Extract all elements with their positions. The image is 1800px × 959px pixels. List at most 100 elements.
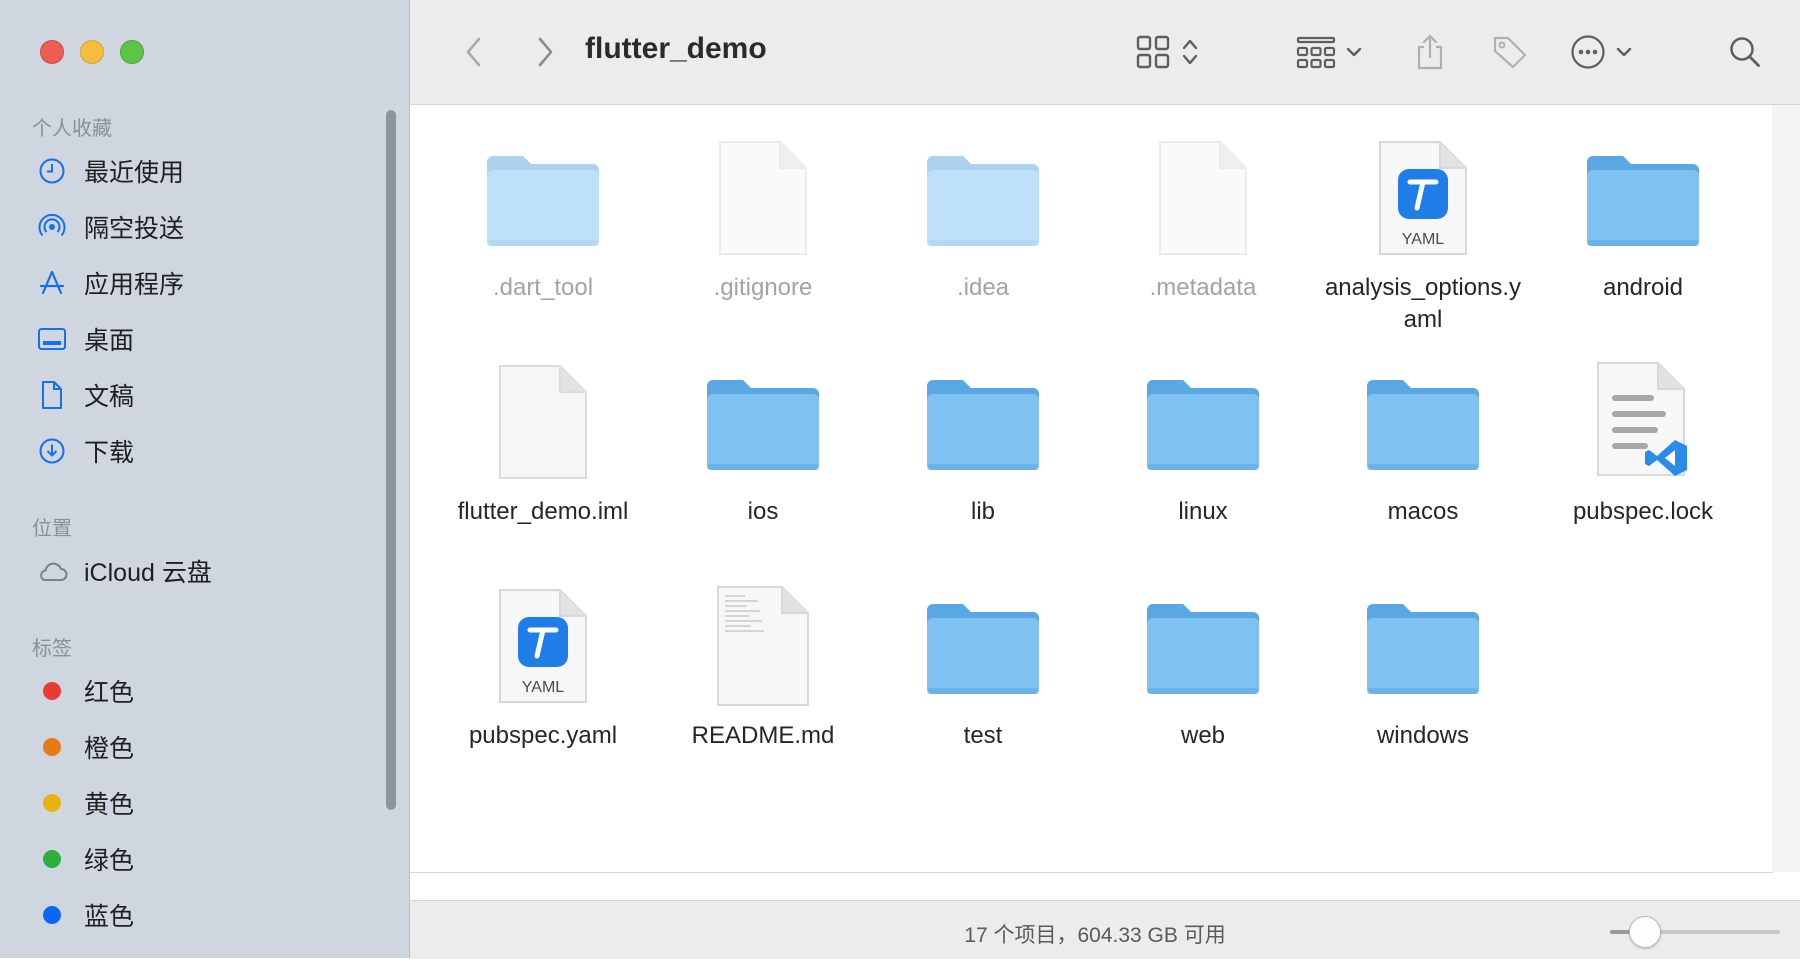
sidebar-item-desktop[interactable]: 桌面 [36,316,366,362]
file-name-label: .metadata [1149,274,1257,301]
file-grid: .dart_tool .gitignore .idea .metadata YAML an… [410,105,1773,873]
forward-button[interactable] [525,32,565,72]
folder-item[interactable]: linux [1093,359,1313,528]
sidebar-tag-red[interactable]: 红色 [36,668,366,714]
sidebar-scrollbar[interactable] [386,110,396,810]
chevron-right-icon [538,37,553,67]
file-name-label: windows [1376,722,1470,749]
icon-size-slider-knob[interactable] [1629,916,1661,948]
yaml-file-icon: YAML [433,583,653,708]
file-item[interactable]: .gitignore [653,135,873,304]
folder-item[interactable]: test [873,583,1093,752]
minimize-window-button[interactable] [80,40,104,64]
icon-size-slider[interactable] [1610,916,1780,948]
sidebar-item-label: 黄色 [84,791,135,819]
file-item[interactable]: pubspec.lock [1533,359,1753,528]
status-text: 17 个项目，604.33 GB 可用 [964,924,1226,947]
sidebar-item-icloud[interactable]: iCloud 云盘 [36,548,366,594]
yaml-file-icon: YAML [1313,135,1533,260]
file-name-label: android [1602,274,1684,301]
sidebar-item-label: 橙色 [84,735,135,763]
zoom-window-button[interactable] [120,40,144,64]
blank-file-icon [653,135,873,260]
more-actions-button[interactable] [1562,28,1642,76]
folder-icon [653,359,873,484]
file-name-label: linux [1178,498,1228,525]
file-name-label: .dart_tool [492,274,594,301]
sidebar-item-label: 红色 [84,679,135,707]
sidebar-item-downloads[interactable]: 下载 [36,428,366,474]
tag-color-dot [43,850,61,868]
group-by-button[interactable] [1290,28,1370,76]
tag-color-dot [43,906,61,924]
tag-button[interactable] [1480,28,1540,76]
status-bar: 17 个项目，604.33 GB 可用 [410,900,1800,959]
folder-icon [1093,583,1313,708]
share-button[interactable] [1400,28,1460,76]
back-button[interactable] [454,32,494,72]
folder-item[interactable]: android [1533,135,1753,304]
chevron-down-icon [1616,47,1632,57]
file-item[interactable]: YAML pubspec.yaml [433,583,653,752]
sidebar-item-airdrop[interactable]: 隔空投送 [36,204,366,250]
sidebar: 个人收藏 最近使用 隔空投送 应用程序 桌面 文稿 下载 位置 iCloud 云… [0,0,410,958]
finder-window: 个人收藏 最近使用 隔空投送 应用程序 桌面 文稿 下载 位置 iCloud 云… [0,0,1800,959]
file-name-label: flutter_demo.iml [457,498,629,525]
sidebar-item-label: 绿色 [84,847,135,875]
folder-item[interactable]: .idea [873,135,1093,304]
sidebar-tag-blue[interactable]: 蓝色 [36,892,366,938]
sidebar-item-label: 蓝色 [84,903,135,931]
folder-item[interactable]: ios [653,359,873,528]
file-item[interactable]: flutter_demo.iml [433,359,653,528]
file-name-label: .gitignore [713,274,813,301]
sidebar-item-documents[interactable]: 文稿 [36,372,366,418]
sidebar-item-label: 最近使用 [84,159,185,187]
sidebar-tag-green[interactable]: 绿色 [36,836,366,882]
sidebar-item-label: iCloud 云盘 [84,559,212,587]
sidebar-section-tags: 标签 [32,638,72,660]
view-mode-button[interactable] [1128,28,1208,76]
file-name-label: lib [970,498,995,525]
document-icon [36,379,68,411]
chevron-down-icon [1346,47,1362,57]
search-icon [1730,37,1760,67]
close-window-button[interactable] [40,40,64,64]
file-name-label: .idea [956,274,1010,301]
sidebar-item-label: 桌面 [84,327,135,355]
file-item[interactable]: YAML analysis_options.yaml [1313,135,1533,336]
folder-icon [1533,135,1753,260]
file-name-label: test [963,722,1003,749]
sidebar-item-recents[interactable]: 最近使用 [36,148,366,194]
folder-icon [873,583,1093,708]
blank-file-icon [1093,135,1313,260]
sidebar-item-label: 文稿 [84,383,135,411]
sidebar-tag-yellow[interactable]: 黄色 [36,780,366,826]
desktop-icon [36,323,68,355]
folder-icon [433,135,653,260]
folder-icon [1313,583,1533,708]
search-button[interactable] [1720,28,1770,76]
sidebar-item-label: 应用程序 [84,271,185,299]
folder-icon [1313,359,1533,484]
sidebar-item-applications[interactable]: 应用程序 [36,260,366,306]
tag-color-dot [43,794,61,812]
text-file-icon [653,583,873,708]
toolbar: flutter_demo [410,0,1800,105]
folder-item[interactable]: windows [1313,583,1533,752]
folder-item[interactable]: lib [873,359,1093,528]
folder-item[interactable]: .dart_tool [433,135,653,304]
file-item[interactable]: .metadata [1093,135,1313,304]
folder-item[interactable]: macos [1313,359,1533,528]
folder-icon [1093,359,1313,484]
file-item[interactable]: README.md [653,583,873,752]
group-grid-icon [1296,36,1336,69]
content-scroll-gutter [1772,105,1800,872]
file-name-label: README.md [691,722,835,749]
share-icon [1417,34,1443,70]
file-name-label: macos [1387,498,1459,525]
tag-icon [1493,36,1527,69]
folder-item[interactable]: web [1093,583,1313,752]
sidebar-section-favorites: 个人收藏 [32,118,112,140]
sidebar-tag-orange[interactable]: 橙色 [36,724,366,770]
tag-color-dot [43,682,61,700]
